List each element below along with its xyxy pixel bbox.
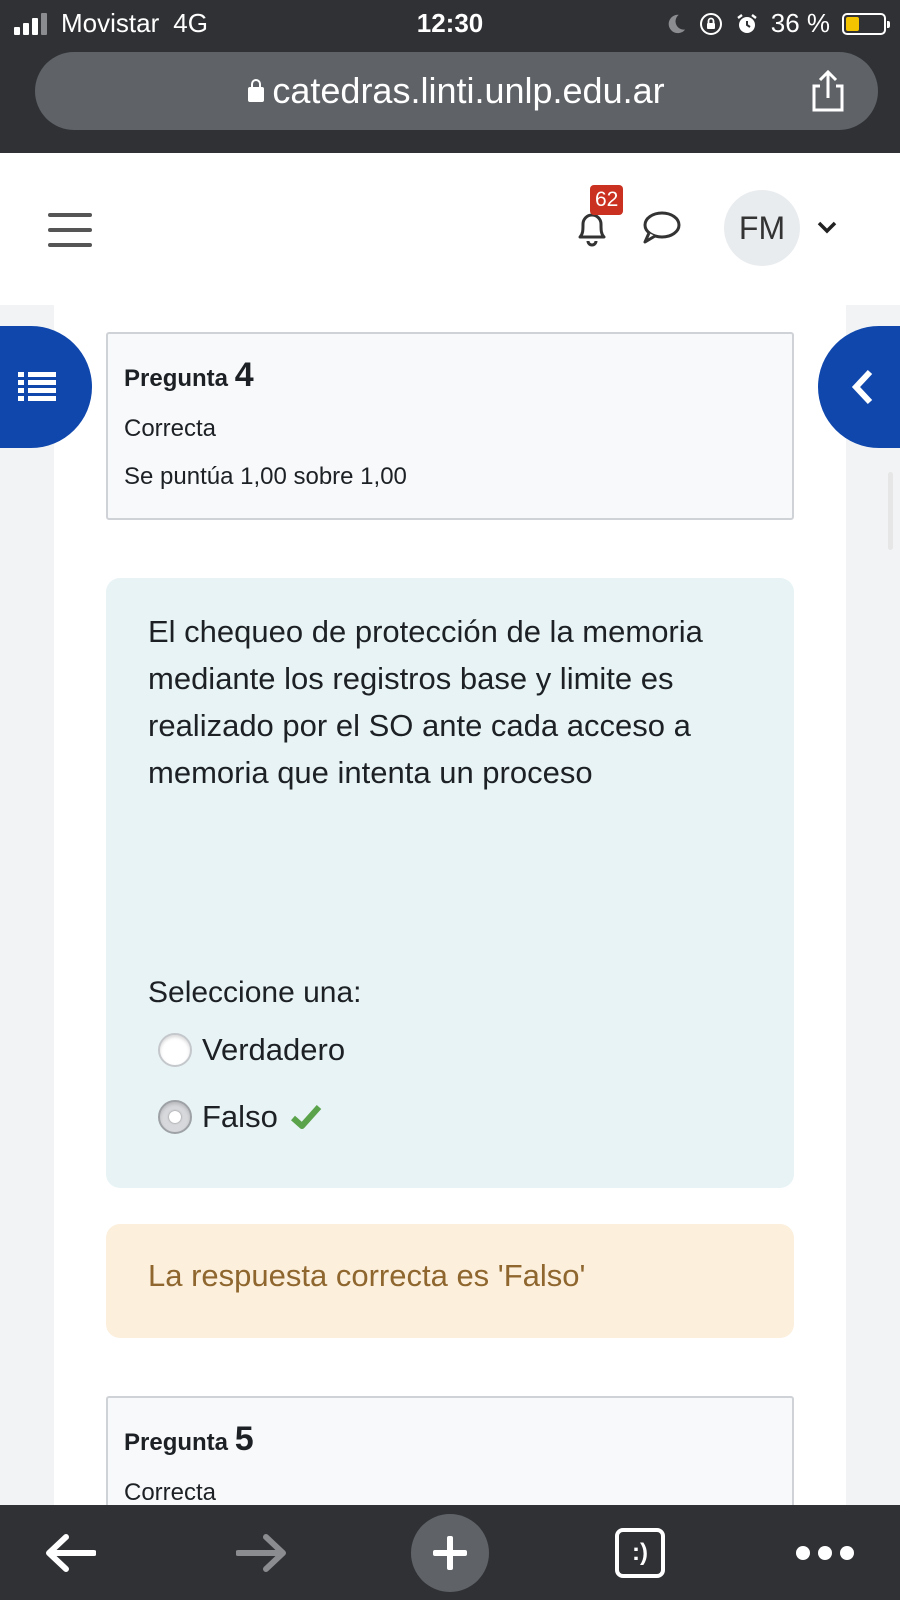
question-4-grade: Se puntúa 1,00 sobre 1,00 <box>124 463 407 490</box>
option-verdadero[interactable]: Verdadero <box>158 1030 345 1070</box>
question-4-title: Pregunta 4 <box>124 356 254 394</box>
status-bar: Movistar 4G 12:30 36 % <box>0 0 900 46</box>
question-4-formulation: El chequeo de protección de la memoria m… <box>106 578 794 1188</box>
url-display[interactable]: catedras.linti.unlp.edu.ar <box>35 70 878 112</box>
alarm-icon <box>737 13 757 33</box>
list-icon <box>18 372 56 401</box>
new-tab-button[interactable] <box>411 1505 489 1600</box>
correct-answer-feedback: La respuesta correcta es 'Falso' <box>106 1224 794 1338</box>
arrow-left-icon <box>46 1533 96 1572</box>
battery-fill <box>846 16 859 31</box>
message-icon[interactable] <box>640 209 682 245</box>
scrollbar[interactable] <box>888 472 893 550</box>
plus-icon <box>411 1513 489 1592</box>
tabs-button[interactable]: :) <box>613 1505 667 1600</box>
lock-icon <box>248 79 265 102</box>
menu-icon[interactable] <box>48 213 92 247</box>
tabs-icon: :) <box>615 1527 665 1578</box>
back-button[interactable] <box>40 1505 100 1600</box>
user-avatar[interactable]: FM <box>724 190 800 266</box>
question-5-state: Correcta <box>124 1479 217 1506</box>
orientation-lock-icon <box>699 12 722 35</box>
battery-icon <box>842 12 890 35</box>
answer-prompt: Seleccione una: <box>148 976 362 1009</box>
more-button[interactable] <box>790 1505 860 1600</box>
more-icon <box>796 1545 854 1560</box>
status-right: 36 % <box>665 8 890 39</box>
moon-icon <box>668 14 685 33</box>
question-4-info: Pregunta 4 Correcta Se puntúa 1,00 sobre… <box>106 332 794 520</box>
url-text: catedras.linti.unlp.edu.ar <box>272 70 665 111</box>
question-4-state: Correcta <box>124 415 217 442</box>
option-falso[interactable]: Falso <box>158 1097 322 1137</box>
radio-falso[interactable] <box>158 1100 192 1134</box>
chevron-down-icon[interactable] <box>816 219 838 235</box>
option-falso-label: Falso <box>202 1099 278 1134</box>
address-bar[interactable]: catedras.linti.unlp.edu.ar <box>35 52 878 130</box>
question-4-number: 4 <box>234 356 254 394</box>
arrow-right-icon <box>236 1533 286 1572</box>
battery-percent: 36 % <box>770 8 830 38</box>
question-5-title: Pregunta 5 <box>124 1420 254 1458</box>
share-icon[interactable] <box>808 70 848 112</box>
chevron-left-icon <box>851 369 873 405</box>
question-text: El chequeo de protección de la memoria m… <box>148 614 703 790</box>
forward-button[interactable] <box>232 1505 292 1600</box>
notification-badge: 62 <box>590 185 624 215</box>
option-verdadero-label: Verdadero <box>202 1032 346 1067</box>
site-header: 62 FM <box>0 153 900 305</box>
radio-verdadero[interactable] <box>158 1033 192 1067</box>
check-icon <box>290 1104 322 1129</box>
question-5-number: 5 <box>234 1420 254 1458</box>
browser-top-chrome: Movistar 4G 12:30 36 % catedras.linti.un… <box>0 0 900 153</box>
browser-bottom-toolbar: :) <box>0 1505 900 1600</box>
